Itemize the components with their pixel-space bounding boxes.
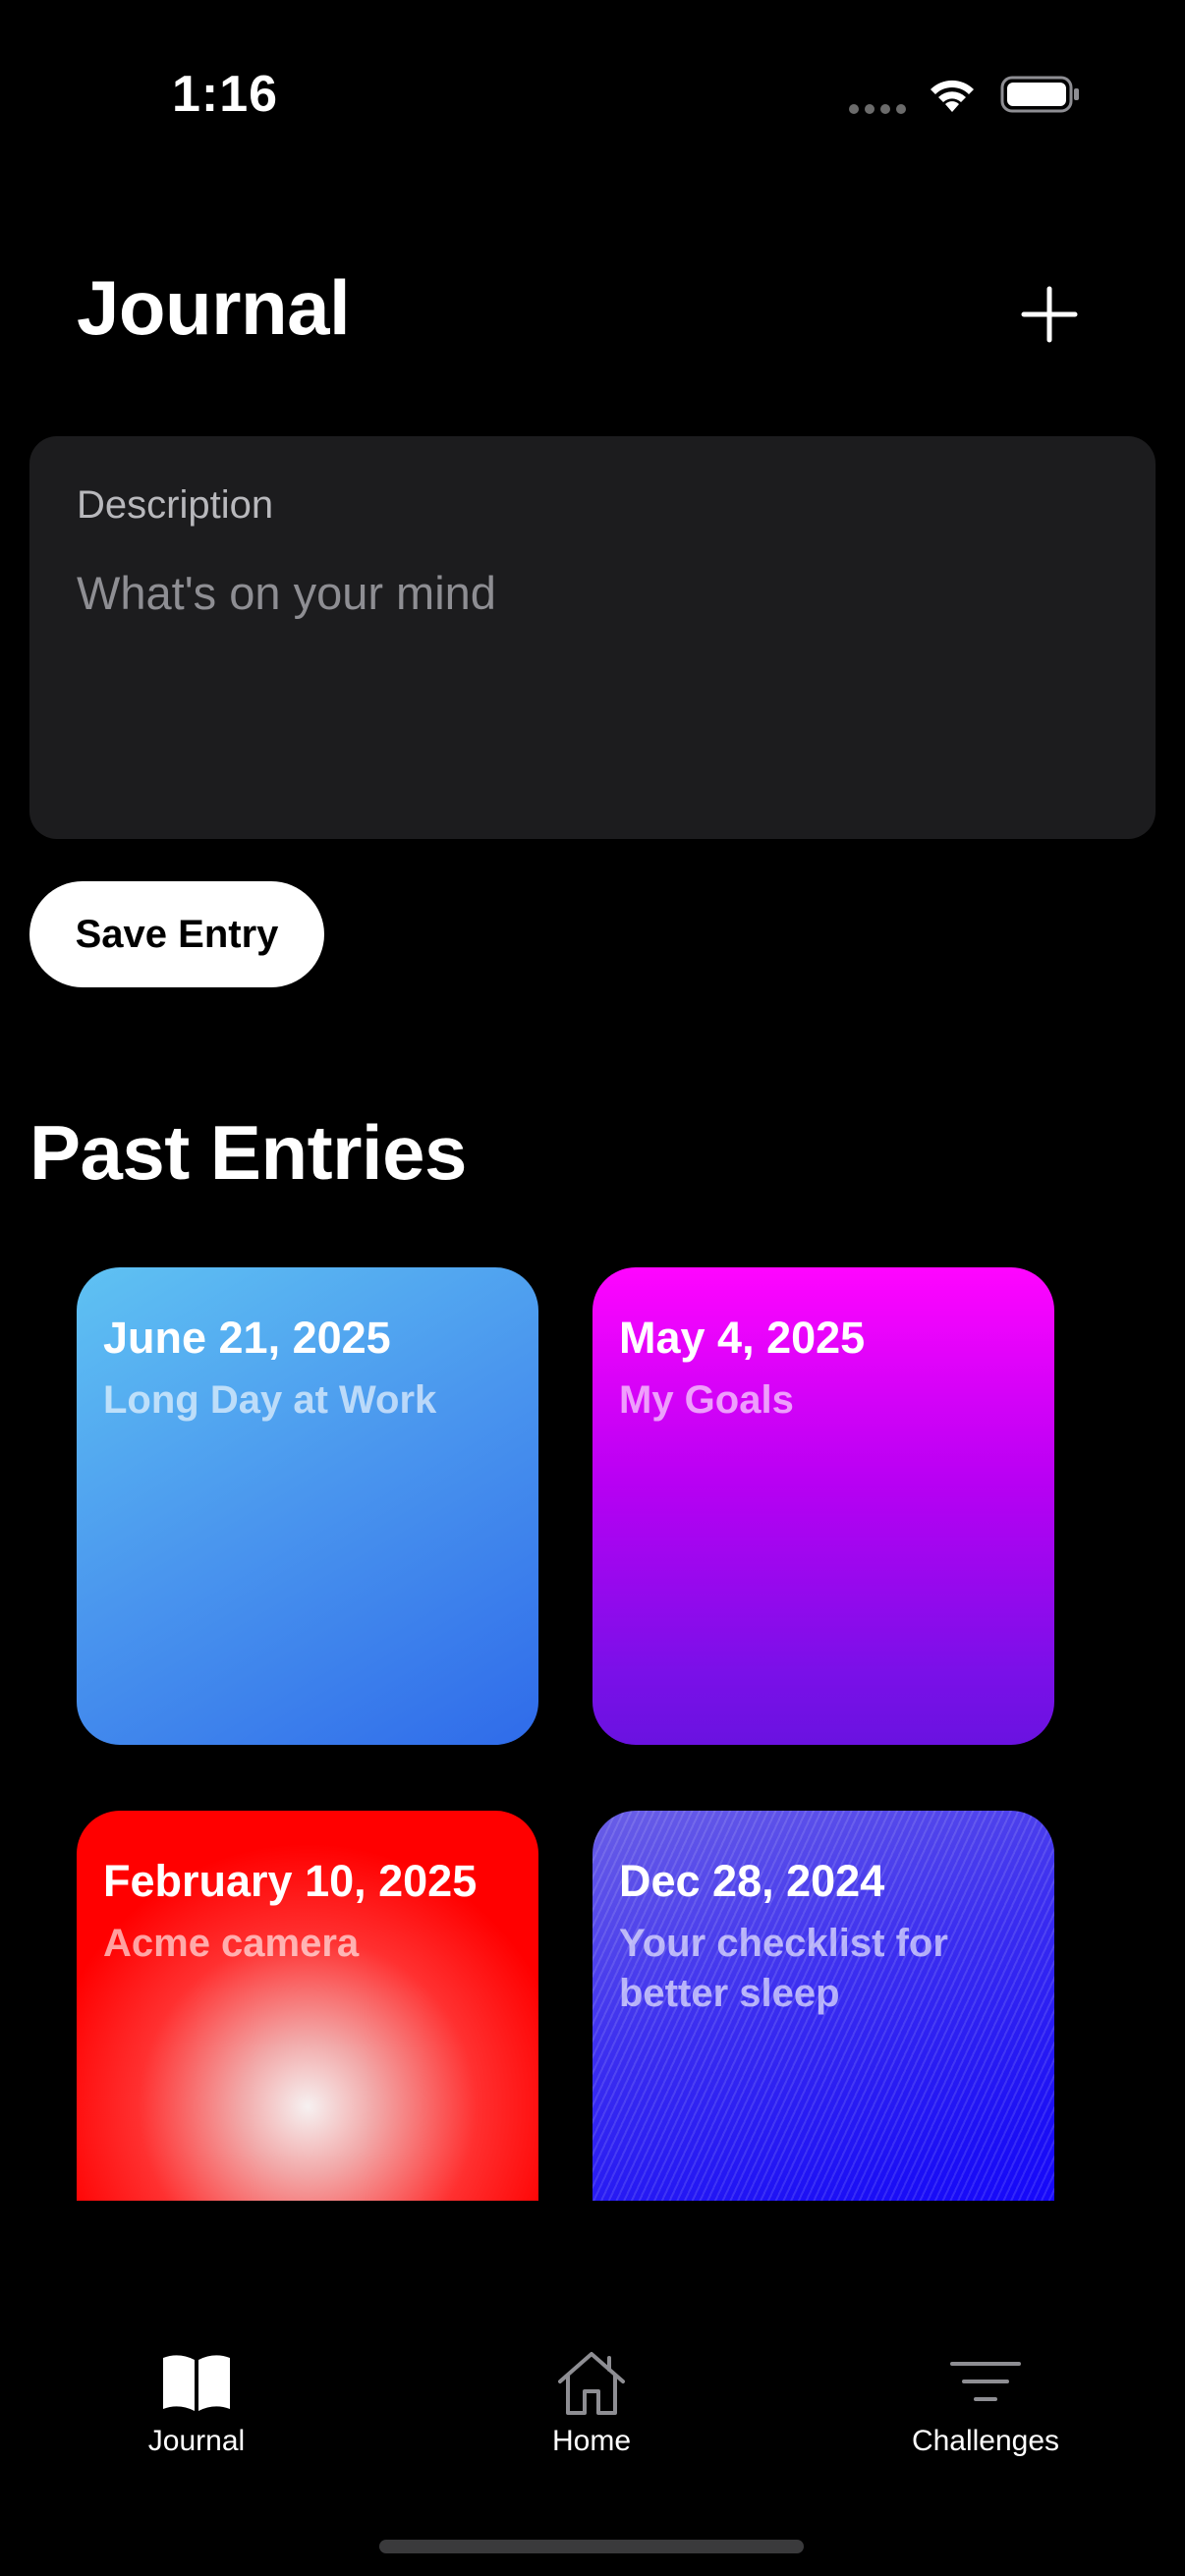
tab-label: Journal	[147, 2425, 246, 2457]
save-entry-button[interactable]: Save Entry	[29, 881, 324, 987]
entry-title: Acme camera	[103, 1922, 360, 1965]
entry-card[interactable]: June 21, 2025 Long Day at Work	[77, 1267, 538, 1745]
tab-label: Challenges	[911, 2425, 1060, 2457]
home-indicator[interactable]	[379, 2540, 804, 2553]
battery-icon	[1000, 76, 1079, 113]
entry-date: May 4, 2025	[619, 1313, 866, 1363]
cellular-signal-icon	[849, 104, 906, 116]
past-entries-heading: Past Entries	[29, 1109, 467, 1196]
entry-date: Dec 28, 2024	[619, 1856, 885, 1906]
house-icon	[558, 2352, 625, 2415]
entry-date: February 10, 2025	[103, 1856, 478, 1906]
entry-date: June 21, 2025	[103, 1313, 391, 1363]
entry-card[interactable]: February 10, 2025 Acme camera	[77, 1811, 538, 2201]
page-title: Journal	[77, 264, 351, 351]
description-label: Description	[77, 483, 274, 527]
entries-grid: June 21, 2025 Long Day at Work May 4, 20…	[0, 1267, 1185, 2201]
entry-title: My Goals	[619, 1378, 794, 1422]
plus-icon[interactable]	[1012, 277, 1087, 352]
tab-label: Home	[551, 2425, 632, 2457]
entry-title: Your checklist for better sleep	[619, 1922, 948, 2015]
filter-icon	[950, 2362, 1021, 2401]
entry-title: Long Day at Work	[103, 1378, 437, 1422]
wifi-icon	[931, 80, 974, 112]
entry-card[interactable]: May 4, 2025 My Goals	[592, 1267, 1054, 1745]
tab-challenges[interactable]: Challenges	[877, 2348, 1094, 2466]
entry-card[interactable]: Dec 28, 2024 Your checklist for better s…	[592, 1811, 1054, 2201]
description-input[interactable]	[77, 566, 1118, 802]
tab-home[interactable]: Home	[483, 2348, 700, 2466]
status-time: 1:16	[172, 66, 279, 123]
tab-journal[interactable]: Journal	[88, 2348, 305, 2466]
book-icon	[163, 2355, 230, 2411]
